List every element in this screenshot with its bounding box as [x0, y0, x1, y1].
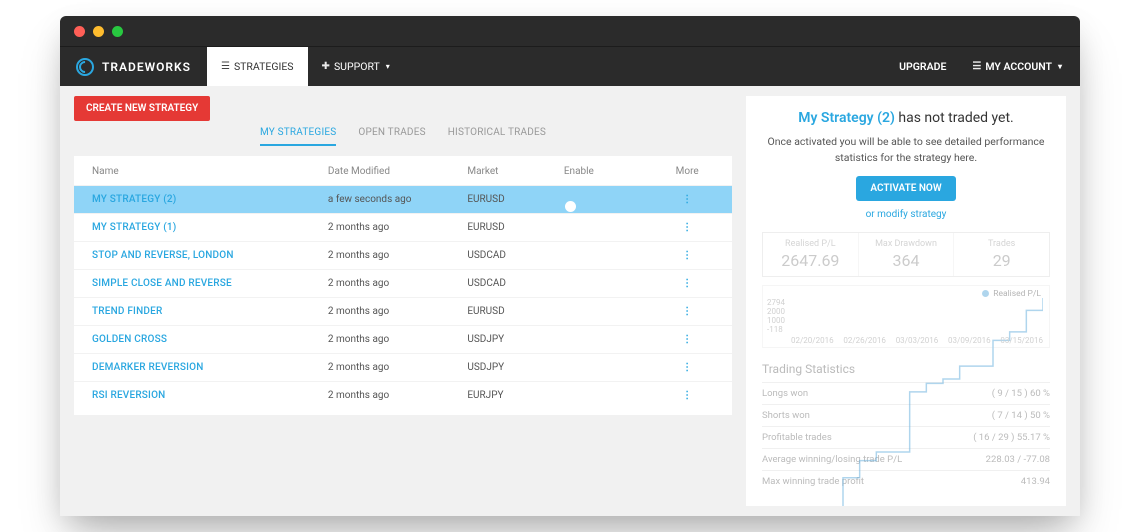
menu-icon: ☰: [972, 61, 981, 72]
detail-title-rest: has not traded yet.: [895, 110, 1014, 126]
window-close-icon[interactable]: [74, 26, 85, 37]
more-actions-button[interactable]: ⋮: [660, 278, 714, 289]
more-actions-button[interactable]: ⋮: [660, 306, 714, 317]
window-minimize-icon[interactable]: [93, 26, 104, 37]
strategies-icon: ☰: [221, 61, 230, 72]
brand[interactable]: TRADEWORKS: [60, 47, 207, 86]
table-header: Name Date Modified Market Enable More: [74, 166, 732, 185]
table-row[interactable]: GOLDEN CROSS2 months agoUSDJPY ⋮: [74, 325, 732, 353]
chart-y-axis: 279420001000-118: [767, 298, 785, 334]
chart-x-axis: 02/20/201602/26/201603/03/201603/09/2016…: [791, 336, 1043, 345]
pl-chart: Realised P/L 279420001000-118 02/20/2016…: [762, 285, 1050, 349]
stat-label: Max Drawdown: [863, 239, 950, 249]
legend-dot-icon: [982, 290, 989, 297]
stat-label: Realised P/L: [767, 239, 854, 249]
tab-my-strategies[interactable]: MY STRATEGIES: [260, 127, 336, 146]
stat-value: 364: [863, 251, 950, 270]
strategy-name-link[interactable]: RSI REVERSION: [92, 390, 328, 401]
modify-strategy-link[interactable]: or modify strategy: [762, 209, 1050, 220]
chevron-down-icon: ▾: [386, 62, 390, 71]
stat-label: Trades: [958, 239, 1045, 249]
more-actions-button[interactable]: ⋮: [660, 250, 714, 261]
chart-line: [793, 298, 1043, 507]
strategy-market: EURJPY: [467, 390, 564, 401]
nav-strategies[interactable]: ☰ STRATEGIES: [207, 47, 308, 86]
window-zoom-icon[interactable]: [112, 26, 123, 37]
strategy-name-link[interactable]: TREND FINDER: [92, 306, 328, 317]
sub-tabs: MY STRATEGIES OPEN TRADES HISTORICAL TRA…: [74, 127, 732, 146]
col-enable: Enable: [564, 166, 661, 177]
app-window: TRADEWORKS ☰ STRATEGIES ✚ SUPPORT ▾ UPGR…: [60, 16, 1080, 516]
col-date: Date Modified: [328, 166, 467, 177]
col-name: Name: [92, 166, 328, 177]
strategy-market: USDJPY: [467, 334, 564, 345]
strategies-pane: CREATE NEW STRATEGY MY STRATEGIES OPEN T…: [74, 96, 732, 506]
nav-upgrade-label: UPGRADE: [899, 60, 946, 73]
col-market: Market: [467, 166, 564, 177]
detail-pane: My Strategy (2) has not traded yet. Once…: [746, 96, 1066, 506]
create-strategy-button[interactable]: CREATE NEW STRATEGY: [74, 96, 210, 121]
strategy-name-link[interactable]: MY STRATEGY (1): [92, 222, 328, 233]
top-nav: TRADEWORKS ☰ STRATEGIES ✚ SUPPORT ▾ UPGR…: [60, 46, 1080, 86]
chevron-down-icon: ▾: [1058, 62, 1062, 71]
strategy-name-link[interactable]: MY STRATEGY (2): [92, 194, 328, 205]
stat-max-drawdown: Max Drawdown 364: [858, 233, 954, 276]
nav-my-account[interactable]: ☰ MY ACCOUNT ▾: [966, 60, 1068, 73]
table-row[interactable]: MY STRATEGY (1)2 months agoEURUSD ⋮: [74, 213, 732, 241]
table-row[interactable]: MY STRATEGY (2)a few seconds agoEURUSD ⋮: [74, 185, 732, 213]
nav-strategies-label: STRATEGIES: [234, 60, 294, 73]
table-row[interactable]: RSI REVERSION2 months agoEURJPY ⋮: [74, 381, 732, 409]
strategy-market: EURUSD: [467, 194, 564, 205]
strategy-date: 2 months ago: [328, 278, 467, 289]
strategies-table: Name Date Modified Market Enable More MY…: [74, 156, 732, 415]
nav-support-label: SUPPORT: [334, 60, 380, 73]
detail-title: My Strategy (2) has not traded yet.: [762, 110, 1050, 126]
brand-logo-icon: [76, 58, 94, 76]
stat-value: 29: [958, 251, 1045, 270]
stat-value: 2647.69: [767, 251, 854, 270]
strategy-name-link[interactable]: DEMARKER REVERSION: [92, 362, 328, 373]
brand-text: TRADEWORKS: [102, 60, 191, 74]
strategy-date: 2 months ago: [328, 390, 467, 401]
table-row[interactable]: STOP AND REVERSE, LONDON2 months agoUSDC…: [74, 241, 732, 269]
table-row[interactable]: SIMPLE CLOSE AND REVERSE2 months agoUSDC…: [74, 269, 732, 297]
more-actions-button[interactable]: ⋮: [660, 222, 714, 233]
strategy-date: 2 months ago: [328, 306, 467, 317]
nav-upgrade[interactable]: UPGRADE: [893, 60, 952, 73]
table-row[interactable]: TREND FINDER2 months agoEURUSD ⋮: [74, 297, 732, 325]
strategy-date: 2 months ago: [328, 250, 467, 261]
stat-trades: Trades 29: [953, 233, 1049, 276]
content-area: CREATE NEW STRATEGY MY STRATEGIES OPEN T…: [60, 86, 1080, 516]
window-titlebar: [60, 16, 1080, 46]
strategy-date: a few seconds ago: [328, 194, 467, 205]
col-more: More: [660, 166, 714, 177]
strategy-market: EURUSD: [467, 306, 564, 317]
tab-historical-trades[interactable]: HISTORICAL TRADES: [448, 127, 546, 146]
more-actions-button[interactable]: ⋮: [660, 194, 714, 205]
more-actions-button[interactable]: ⋮: [660, 334, 714, 345]
strategy-name-link[interactable]: GOLDEN CROSS: [92, 334, 328, 345]
support-icon: ✚: [322, 61, 330, 72]
stat-realised-pl: Realised P/L 2647.69: [763, 233, 858, 276]
more-actions-button[interactable]: ⋮: [660, 390, 714, 401]
strategy-market: USDCAD: [467, 278, 564, 289]
more-actions-button[interactable]: ⋮: [660, 362, 714, 373]
strategy-date: 2 months ago: [328, 362, 467, 373]
detail-title-strategy: My Strategy (2): [798, 110, 895, 126]
strategy-name-link[interactable]: STOP AND REVERSE, LONDON: [92, 250, 328, 261]
strategy-market: USDJPY: [467, 362, 564, 373]
strategy-name-link[interactable]: SIMPLE CLOSE AND REVERSE: [92, 278, 328, 289]
activate-button[interactable]: ACTIVATE NOW: [856, 176, 955, 201]
tab-open-trades[interactable]: OPEN TRADES: [358, 127, 425, 146]
strategy-date: 2 months ago: [328, 334, 467, 345]
strategy-market: USDCAD: [467, 250, 564, 261]
strategy-date: 2 months ago: [328, 222, 467, 233]
table-row[interactable]: DEMARKER REVERSION2 months agoUSDJPY ⋮: [74, 353, 732, 381]
stat-row: Realised P/L 2647.69 Max Drawdown 364 Tr…: [762, 232, 1050, 277]
nav-support[interactable]: ✚ SUPPORT ▾: [308, 47, 404, 86]
strategy-market: EURUSD: [467, 222, 564, 233]
nav-my-account-label: MY ACCOUNT: [985, 60, 1052, 73]
detail-subtitle: Once activated you will be able to see d…: [762, 134, 1050, 166]
